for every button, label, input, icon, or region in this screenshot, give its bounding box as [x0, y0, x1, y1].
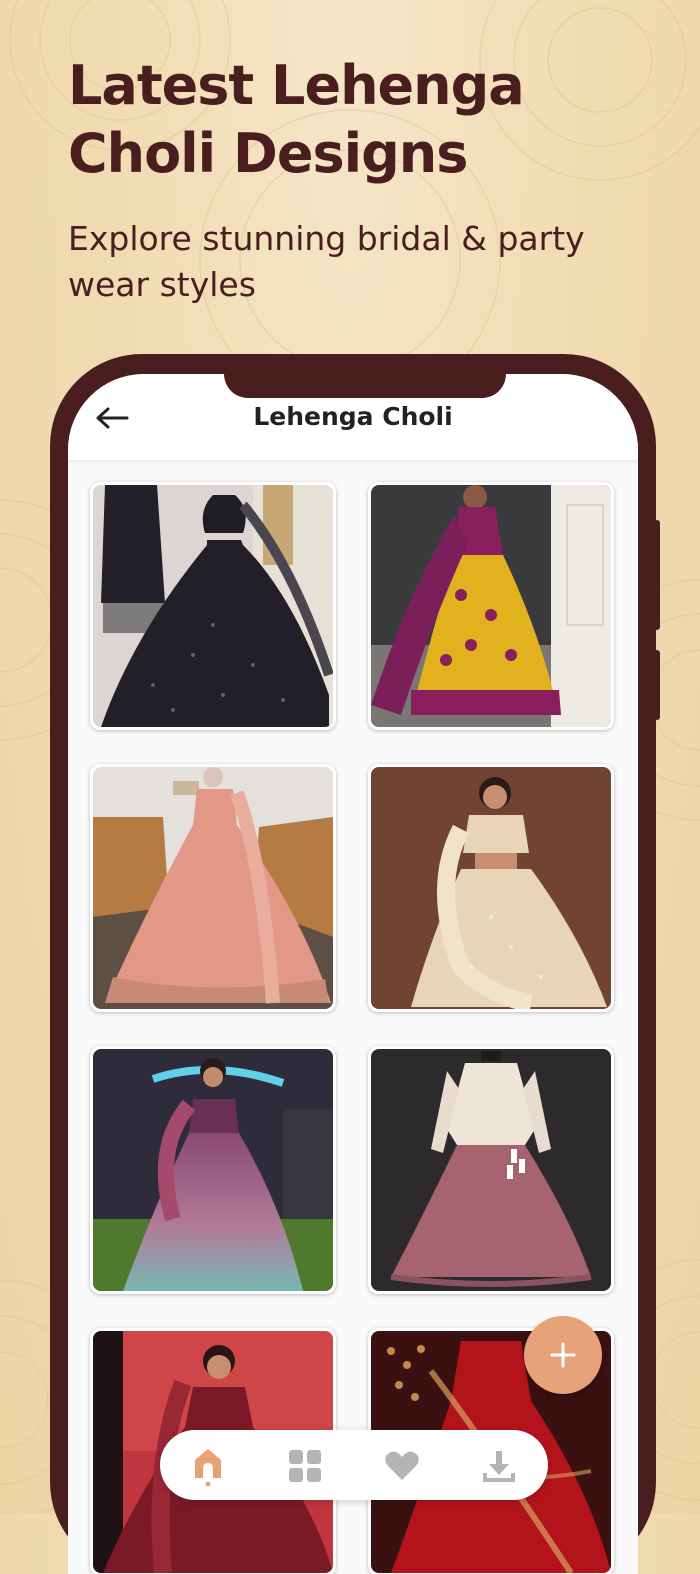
gallery-card[interactable]: [90, 764, 336, 1012]
add-fab-button[interactable]: [524, 1316, 602, 1394]
home-icon: [195, 1449, 221, 1486]
download-icon: [483, 1451, 515, 1482]
phone-mockup: Lehenga Choli: [50, 354, 660, 1574]
nav-home[interactable]: [184, 1442, 232, 1490]
gallery-card[interactable]: [368, 764, 614, 1012]
promo-headline: Latest Lehenga Choli Designs: [68, 54, 525, 185]
nav-categories[interactable]: [281, 1442, 329, 1490]
phone-side-button: [654, 650, 660, 720]
grid-icon: [289, 1450, 321, 1482]
lehenga-image: [371, 767, 611, 1009]
promo-subheadline: Explore stunning bridal & party wear sty…: [68, 219, 585, 304]
gallery-card[interactable]: [368, 1046, 614, 1294]
bottom-navigation-bar: [160, 1430, 548, 1500]
app-title: Lehenga Choli: [253, 402, 453, 431]
heart-icon: [385, 1451, 419, 1480]
lehenga-image: [93, 1049, 333, 1291]
lehenga-image: [93, 767, 333, 1009]
phone-side-button: [654, 520, 660, 630]
gallery-card[interactable]: [90, 1046, 336, 1294]
nav-favorites[interactable]: [378, 1442, 426, 1490]
plus-icon: [550, 1342, 576, 1368]
phone-screen: Lehenga Choli: [68, 374, 638, 1574]
lehenga-image: [93, 485, 333, 727]
lehenga-image: [371, 485, 611, 727]
nav-downloads[interactable]: [475, 1442, 523, 1490]
phone-notch: [224, 374, 506, 398]
gallery-card[interactable]: [368, 482, 614, 730]
gallery-card[interactable]: [90, 482, 336, 730]
lehenga-image: [371, 1049, 611, 1291]
